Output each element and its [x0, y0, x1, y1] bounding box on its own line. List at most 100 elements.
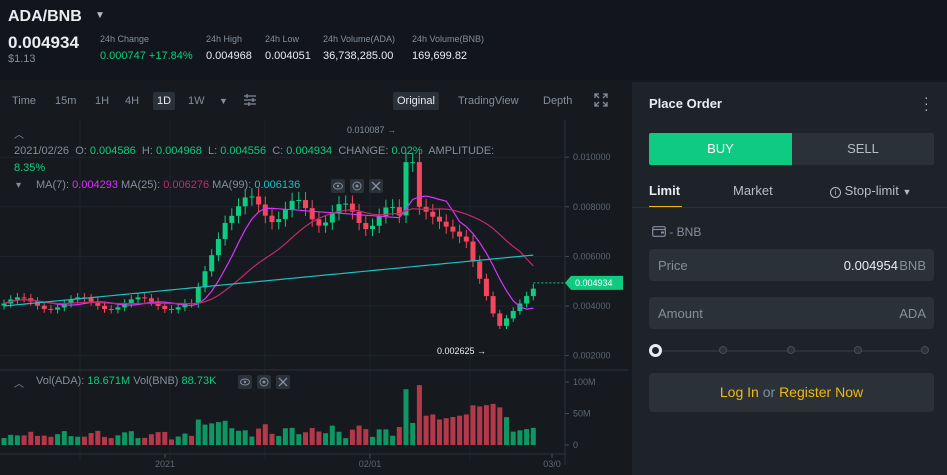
- candle-body: [457, 231, 463, 237]
- place-order-panel: Place Order · · · BUY SELL Limit Market i …: [632, 82, 947, 475]
- candle-body: [48, 308, 54, 310]
- volume-bars: [1, 385, 536, 445]
- candle-body: [269, 215, 275, 223]
- amount-unit: ADA: [899, 306, 926, 321]
- legend-change-label: CHANGE:: [338, 145, 389, 157]
- candle-body: [202, 271, 208, 288]
- slider-handle[interactable]: [649, 344, 662, 357]
- ma99-value: 0.006136: [254, 179, 301, 191]
- legend-open: 0.004586: [89, 145, 136, 157]
- ma-collapse-icon[interactable]: ▾: [16, 180, 21, 191]
- stat-value: 169,699.82: [412, 50, 468, 62]
- chevron-down-icon: ▼: [902, 187, 912, 197]
- candle-body: [303, 200, 308, 209]
- candle-body: [169, 309, 174, 311]
- chart-panel: Time 15m 1H 4H 1D 1W ▼ Original TradingV…: [0, 84, 628, 475]
- volume-bar: [517, 430, 523, 445]
- volume-legend: Vol(ADA): 18.671M Vol(BNB) 88.73K: [36, 375, 216, 387]
- volume-bar: [155, 432, 161, 445]
- more-options-icon[interactable]: · · ·: [924, 90, 929, 116]
- login-link[interactable]: Log In: [720, 384, 759, 400]
- volume-bar: [282, 428, 288, 445]
- ma25-label: MA(25):: [121, 179, 161, 191]
- volume-bar: [175, 436, 181, 445]
- last-price-usd: $1.13: [8, 53, 36, 65]
- vol-ada-label: Vol(ADA):: [36, 375, 85, 387]
- fullscreen-icon[interactable]: [594, 93, 608, 110]
- volume-bar: [81, 436, 87, 445]
- ma-legend-tools: [331, 179, 391, 196]
- price-field[interactable]: Price 0.004954 BNB: [649, 249, 934, 281]
- candle-body: [296, 200, 302, 202]
- tab-limit[interactable]: Limit: [649, 183, 680, 198]
- view-depth[interactable]: Depth: [543, 95, 572, 107]
- slider-step-75[interactable]: [854, 346, 862, 354]
- candle-body: [309, 208, 315, 220]
- sell-tab-button[interactable]: SELL: [792, 133, 934, 165]
- wallet-icon: [652, 225, 669, 239]
- volume-legend-tools: [238, 375, 298, 392]
- volume-bar: [142, 437, 148, 445]
- slider-step-100[interactable]: [921, 346, 929, 354]
- volume-bar: [410, 422, 416, 445]
- collapse-legend-icon[interactable]: ︿: [14, 126, 24, 141]
- price-label: Price: [658, 258, 688, 273]
- vol-bnb-label: Vol(BNB): [133, 375, 179, 387]
- volume-settings-icon: [257, 375, 271, 389]
- candle-body: [115, 307, 121, 310]
- volume-bar: [316, 431, 322, 445]
- volume-bar: [262, 424, 268, 445]
- buy-tab-button[interactable]: BUY: [649, 133, 792, 165]
- stat-label: 24h Volume(BNB): [412, 34, 485, 44]
- volume-bar: [249, 436, 255, 445]
- slider-step-25[interactable]: [719, 346, 727, 354]
- pair-dropdown-icon[interactable]: ▼: [95, 10, 105, 21]
- candle-body: [376, 216, 382, 226]
- volume-bar: [437, 419, 442, 445]
- indicator-settings-icon[interactable]: [243, 93, 257, 110]
- stat-label: 24h Change: [100, 34, 150, 44]
- view-tradingview[interactable]: TradingView: [458, 95, 519, 107]
- volume-bar: [349, 429, 355, 445]
- view-original[interactable]: Original: [393, 92, 439, 110]
- vol-ada-value: 18.671M: [87, 375, 131, 387]
- tab-stop-limit[interactable]: i Stop-limit ▼: [830, 183, 911, 198]
- candle-body: [450, 226, 456, 232]
- interval-time[interactable]: Time: [12, 95, 36, 107]
- candle-body: [14, 297, 20, 300]
- volume-bar: [510, 431, 516, 445]
- candle-body: [142, 297, 148, 299]
- volume-bar: [48, 436, 54, 445]
- interval-1h[interactable]: 1H: [95, 95, 109, 107]
- volume-close-icon: [276, 375, 290, 389]
- high-annotation: 0.010087 →: [347, 125, 396, 135]
- more-intervals-icon[interactable]: ▼: [219, 96, 228, 106]
- volume-bar: [1, 438, 7, 445]
- legend-amplitude-label: AMPLITUDE:: [428, 145, 495, 157]
- amount-field[interactable]: Amount ADA: [649, 297, 934, 329]
- volume-bar: [504, 417, 509, 445]
- vol-bnb-value: 88.73K: [181, 375, 217, 387]
- ma7-line: [3, 195, 534, 310]
- register-link[interactable]: Register Now: [779, 384, 863, 400]
- slider-step-50[interactable]: [787, 346, 795, 354]
- pair-title[interactable]: ADA/BNB: [8, 8, 82, 26]
- legend-h-label: H:: [141, 145, 153, 157]
- candle-body: [215, 239, 221, 256]
- volume-bar: [269, 433, 275, 445]
- interval-15m[interactable]: 15m: [55, 95, 76, 107]
- stat-label: 24h High: [206, 34, 243, 44]
- volume-bar: [289, 427, 295, 445]
- stat-24h-high: 24h High 0.004968: [206, 34, 252, 62]
- candle-body: [490, 296, 496, 314]
- volume-collapse-icon[interactable]: ︿: [14, 375, 24, 390]
- amount-input[interactable]: Amount: [658, 306, 703, 321]
- interval-4h[interactable]: 4H: [125, 95, 139, 107]
- volume-bar: [457, 415, 463, 445]
- price-input[interactable]: 0.004954: [844, 258, 898, 273]
- interval-1w[interactable]: 1W: [188, 95, 205, 107]
- tab-market[interactable]: Market: [733, 183, 773, 198]
- legend-date: 2021/02/26: [14, 145, 70, 157]
- candle-body: [41, 305, 47, 309]
- interval-1d[interactable]: 1D: [153, 92, 176, 110]
